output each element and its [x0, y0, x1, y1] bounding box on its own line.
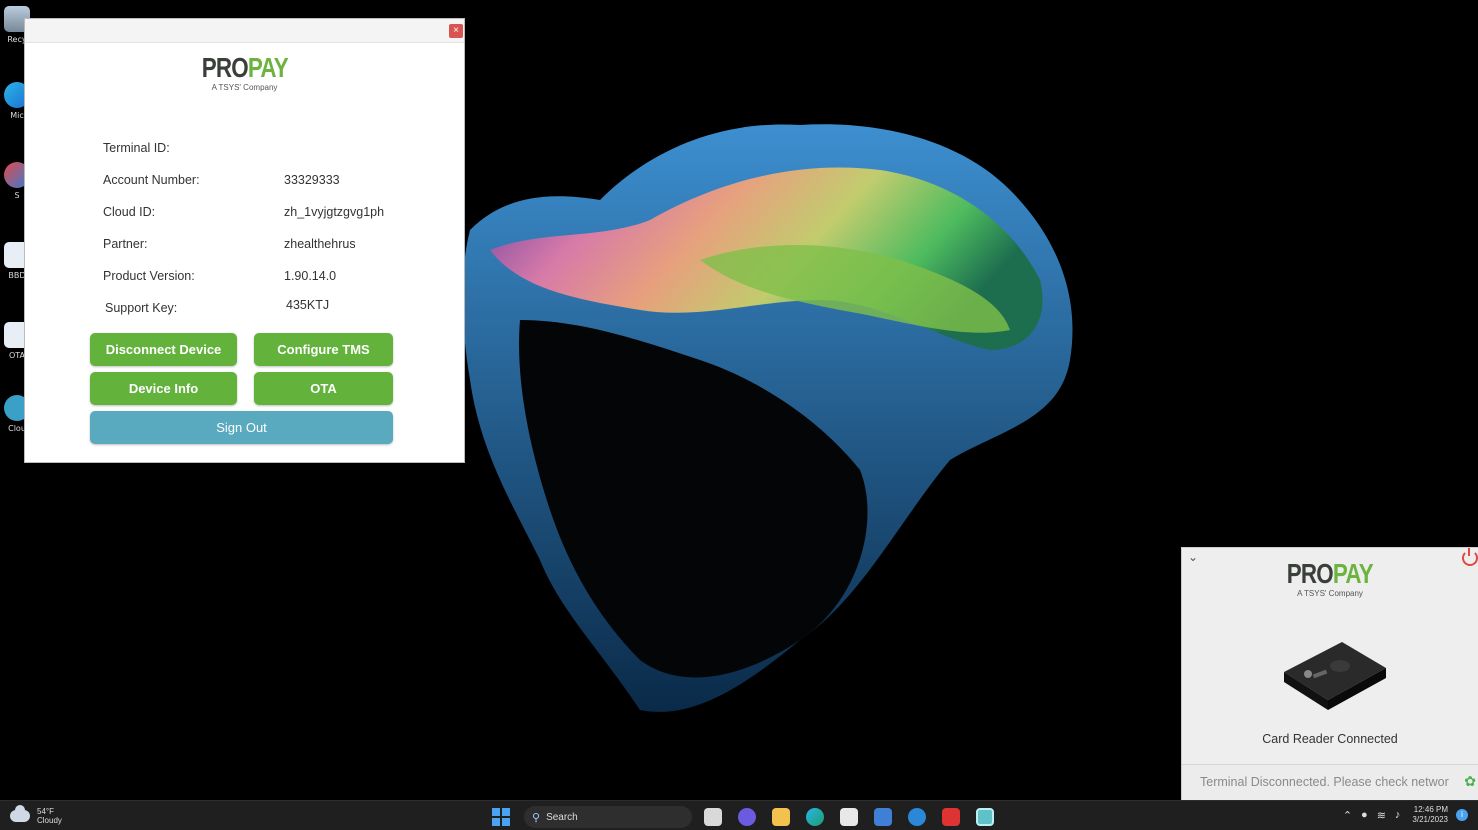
search-placeholder: Search [546, 811, 578, 823]
device-info-button[interactable]: Device Info [90, 372, 237, 405]
window-titlebar[interactable]: × [25, 19, 464, 43]
chevron-down-icon[interactable]: ⌄ [1188, 550, 1198, 564]
desktop-icon-label: BBD [8, 271, 26, 280]
info-value: zh_1vyjgtzgvg1ph [284, 205, 385, 219]
taskbar-apps: ⚲ Search [492, 806, 994, 828]
gear-icon[interactable]: ✿ [1464, 774, 1476, 788]
info-value: 1.90.14.0 [284, 269, 337, 283]
desktop-icon-label: Clou [8, 424, 26, 433]
taskbar-clock[interactable]: 12:46 PM 3/21/2023 [1412, 805, 1448, 825]
file-explorer-icon[interactable] [772, 808, 790, 826]
info-row-account-number: Account Number: 33329333 [103, 171, 443, 203]
teams-chat-icon[interactable] [738, 808, 756, 826]
wifi-icon[interactable]: ≋ [1377, 809, 1386, 822]
tray-app-icon[interactable]: ● [1361, 809, 1368, 821]
desktop-icon-label: Mic [10, 111, 24, 120]
system-tray: ⌃ ● ≋ ♪ 12:46 PM 3/21/2023 i [1334, 805, 1468, 825]
taskbar-search[interactable]: ⚲ Search [524, 806, 692, 828]
close-icon: × [453, 25, 459, 36]
store-icon[interactable] [840, 808, 858, 826]
task-view-icon[interactable] [704, 808, 722, 826]
notification-icon[interactable]: i [1456, 809, 1468, 821]
desktop-icon-label: OTA [8, 351, 26, 360]
windows-start-icon[interactable] [492, 808, 510, 826]
info-row-cloud-id: Cloud ID: zh_1vyjgtzgvg1ph [103, 203, 443, 235]
propay-logo: PROPAY A TSYS' Company [1182, 560, 1478, 599]
terminal-status-bar: Terminal Disconnected. Please check netw… [1182, 764, 1478, 800]
info-label: Partner: [103, 237, 148, 251]
info-row-support-key: Support Key: 435KTJ [103, 298, 443, 331]
ota-button[interactable]: OTA [254, 372, 393, 405]
logo-tagline: A TSYS' Company [1297, 589, 1363, 598]
propay-main-window: × PROPAY A TSYS' Company Terminal ID: Ac… [25, 19, 464, 462]
info-label: Cloud ID: [103, 205, 156, 219]
search-icon: ⚲ [532, 811, 541, 824]
propay-taskbar-icon[interactable] [976, 808, 994, 826]
logo-tagline: A TSYS' Company [211, 83, 278, 92]
info-row-terminal-id: Terminal ID: [103, 139, 443, 171]
edge-icon[interactable] [806, 808, 824, 826]
taskbar: 54°F Cloudy ⚲ Search ⌃ ● ≋ ♪ 12:46 PM 3/… [0, 800, 1478, 830]
terminal-info: Terminal ID: Account Number: 33329333 Cl… [103, 139, 443, 331]
info-label: Terminal ID: [103, 141, 170, 155]
volume-icon[interactable]: ♪ [1395, 809, 1401, 821]
configure-tms-button[interactable]: Configure TMS [254, 333, 393, 366]
power-icon[interactable] [1462, 548, 1478, 566]
cloud-icon [10, 805, 30, 822]
card-reader-status: Card Reader Connected [1262, 732, 1398, 746]
sign-out-button[interactable]: Sign Out [90, 411, 393, 444]
weather-widget[interactable]: 54°F Cloudy [10, 805, 62, 825]
propay-logo: PROPAY A TSYS' Company [25, 54, 464, 93]
disconnect-device-button[interactable]: Disconnect Device [90, 333, 237, 366]
info-row-partner: Partner: zhealthehrus [103, 235, 443, 267]
desktop-icon-label: S [14, 191, 20, 200]
clock-time: 12:46 PM [1413, 805, 1448, 814]
clock-date: 3/21/2023 [1412, 815, 1448, 824]
weather-condition: Cloudy [37, 816, 62, 825]
help-icon[interactable] [908, 808, 926, 826]
info-row-product-version: Product Version: 1.90.14.0 [103, 267, 443, 299]
info-label: Support Key: [105, 301, 178, 315]
close-button[interactable]: × [449, 24, 463, 38]
info-label: Product Version: [103, 269, 195, 283]
card-reader-icon [1284, 642, 1386, 710]
monitor-app-icon[interactable] [874, 808, 892, 826]
propay-status-window: ⌄ PROPAY A TSYS' Company Card Reader Con… [1182, 548, 1478, 800]
weather-temp: 54°F [37, 807, 54, 816]
info-value: 435KTJ [286, 298, 330, 312]
info-value: 33329333 [284, 173, 340, 187]
info-label: Account Number: [103, 173, 200, 187]
mcafee-icon[interactable] [942, 808, 960, 826]
info-value: zhealthehrus [284, 237, 356, 251]
desktop-icon-label: Recy [7, 35, 27, 44]
terminal-status-text: Terminal Disconnected. Please check netw… [1200, 775, 1449, 789]
chevron-up-icon[interactable]: ⌃ [1343, 809, 1352, 822]
